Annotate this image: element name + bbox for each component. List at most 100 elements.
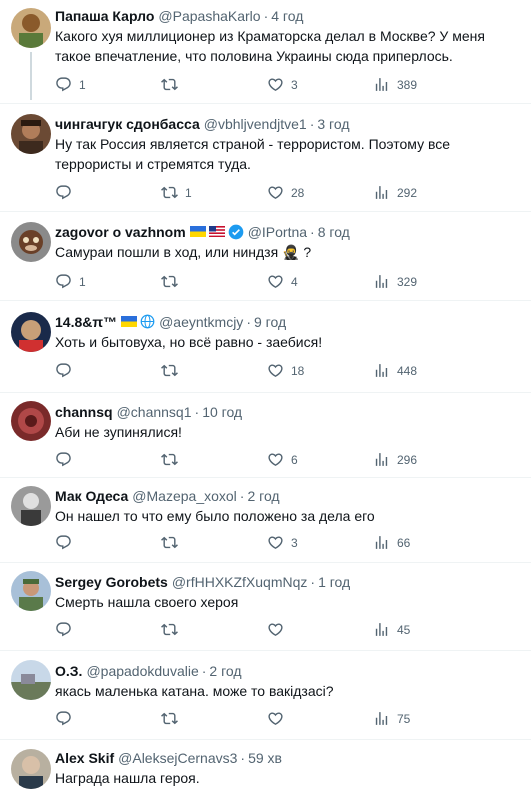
reply-button[interactable]: [55, 184, 79, 201]
avatar[interactable]: [11, 222, 51, 262]
views-button[interactable]: 329: [373, 273, 417, 290]
handle[interactable]: @channsq1: [117, 403, 192, 421]
reply-count: 1: [79, 77, 86, 92]
display-name[interactable]: zagovor o vazhnom: [55, 223, 186, 241]
views-count: 329: [397, 274, 418, 289]
retweet-button[interactable]: [161, 76, 185, 93]
action-bar: 3 66: [55, 534, 523, 554]
display-name[interactable]: чингачгук сдонбасса: [55, 115, 200, 133]
retweet-button[interactable]: [161, 451, 185, 468]
display-name[interactable]: Alex Skif: [55, 749, 114, 767]
views-icon: [373, 534, 390, 551]
avatar[interactable]: [11, 660, 51, 700]
reply-tweet[interactable]: Мак Одеса @Mazepa_xoxol · 2 год Он нашел…: [0, 478, 531, 563]
views-button[interactable]: 296: [373, 451, 417, 468]
reply-tweet[interactable]: Sergey Gorobets @rfHHXKZfXuqmNqz · 1 год…: [0, 563, 531, 651]
reply-button[interactable]: [55, 621, 79, 638]
display-name[interactable]: О.З.: [55, 662, 82, 680]
reply-button[interactable]: [55, 534, 79, 551]
verified-badge-icon: [228, 224, 244, 239]
views-button[interactable]: 448: [373, 362, 417, 379]
handle[interactable]: @IPortna: [248, 223, 307, 241]
action-bar: 75: [55, 710, 523, 730]
like-button[interactable]: [267, 710, 291, 727]
avatar[interactable]: [11, 486, 51, 526]
views-icon: [373, 76, 390, 93]
dot-separator: ·: [310, 223, 315, 240]
timestamp[interactable]: 4 год: [271, 7, 303, 25]
retweet-button[interactable]: [161, 621, 185, 638]
heart-icon: [267, 710, 284, 727]
avatar[interactable]: [11, 571, 51, 611]
reply-icon: [55, 184, 72, 201]
reply-button[interactable]: 1: [55, 76, 86, 93]
display-name[interactable]: Мак Одеса: [55, 487, 128, 505]
handle[interactable]: @Mazepa_xoxol: [132, 487, 237, 505]
views-button[interactable]: 45: [373, 621, 410, 638]
retweet-icon: [161, 76, 178, 93]
reply-tweet[interactable]: Alex Skif @AleksejCernavs3 · 59 хв Награ…: [0, 740, 531, 804]
handle[interactable]: @aeyntkmcjy: [159, 313, 243, 331]
timestamp[interactable]: 8 год: [318, 223, 350, 241]
views-button[interactable]: 292: [373, 184, 417, 201]
globe-icon: [140, 314, 155, 329]
reply-button[interactable]: 1: [55, 273, 86, 290]
handle[interactable]: @papadokduvalie: [86, 662, 198, 680]
handle[interactable]: @PapashaKarlo: [158, 7, 260, 25]
like-button[interactable]: 3: [267, 534, 298, 551]
tweet-text: Он нашел то что ему было положено за дел…: [55, 508, 375, 524]
ukraine-flag-icon: [189, 226, 206, 237]
like-button[interactable]: 6: [267, 451, 298, 468]
reply-button[interactable]: [55, 451, 79, 468]
reply-tweet[interactable]: channsq @channsq1 · 10 год Аби не зупиня…: [0, 393, 531, 478]
like-button[interactable]: 4: [267, 273, 298, 290]
tweet-text: Смерть нашла своего хероя: [55, 594, 239, 610]
dot-separator: ·: [246, 313, 251, 330]
timestamp[interactable]: 9 год: [254, 313, 286, 331]
reply-tweet[interactable]: чингачгук сдонбасса @vbhljvendjtve1 · 3 …: [0, 104, 531, 212]
handle[interactable]: @vbhljvendjtve1: [204, 115, 307, 133]
dot-separator: ·: [310, 573, 316, 590]
display-name[interactable]: Папаша Карло: [55, 7, 154, 25]
views-button[interactable]: 389: [373, 76, 417, 93]
retweet-button[interactable]: [161, 273, 185, 290]
timestamp[interactable]: 10 год: [202, 403, 242, 421]
retweet-button[interactable]: [161, 710, 185, 727]
display-name[interactable]: 14.8&π™: [55, 313, 117, 331]
display-name[interactable]: channsq: [55, 403, 113, 421]
views-button[interactable]: 75: [373, 710, 410, 727]
avatar[interactable]: [11, 312, 51, 352]
timestamp[interactable]: 2 год: [247, 487, 279, 505]
reply-button[interactable]: [55, 362, 79, 379]
retweet-button[interactable]: [161, 362, 185, 379]
retweet-button[interactable]: 1: [161, 184, 192, 201]
avatar[interactable]: [11, 749, 51, 789]
retweet-button[interactable]: [161, 534, 185, 551]
timestamp[interactable]: 1 год: [318, 573, 350, 591]
heart-icon: [267, 184, 284, 201]
reply-tweet[interactable]: zagovor o vazhnom @IPortna · 8 год Самур…: [0, 212, 531, 301]
avatar[interactable]: [11, 114, 51, 154]
views-button[interactable]: 66: [373, 534, 410, 551]
like-button[interactable]: 28: [267, 184, 304, 201]
timestamp[interactable]: 2 год: [209, 662, 241, 680]
retweet-icon: [161, 621, 178, 638]
reply-button[interactable]: [55, 710, 79, 727]
like-button[interactable]: 18: [267, 362, 304, 379]
retweet-icon: [161, 362, 178, 379]
handle[interactable]: @rfHHXKZfXuqmNqz: [172, 573, 308, 591]
reply-tweet[interactable]: 14.8&π™ @aeyntkmcjy · 9 год Хоть и бытов…: [0, 301, 531, 393]
dot-separator: ·: [240, 749, 246, 766]
reply-tweet[interactable]: Папаша Карло @PapashaKarlo · 4 год Каког…: [0, 0, 531, 104]
display-name[interactable]: Sergey Gorobets: [55, 573, 168, 591]
like-button[interactable]: 3: [267, 76, 298, 93]
handle[interactable]: @AleksejCernavs3: [118, 749, 237, 767]
like-button[interactable]: [267, 621, 291, 638]
like-count: 28: [291, 185, 305, 200]
avatar[interactable]: [11, 401, 51, 441]
reply-tweet[interactable]: О.З. @papadokduvalie · 2 год якась мален…: [0, 651, 531, 740]
replies-feed: Папаша Карло @PapashaKarlo · 4 год Каког…: [0, 0, 531, 804]
timestamp[interactable]: 3 год: [317, 115, 349, 133]
avatar[interactable]: [11, 8, 51, 48]
timestamp[interactable]: 59 хв: [248, 749, 282, 767]
